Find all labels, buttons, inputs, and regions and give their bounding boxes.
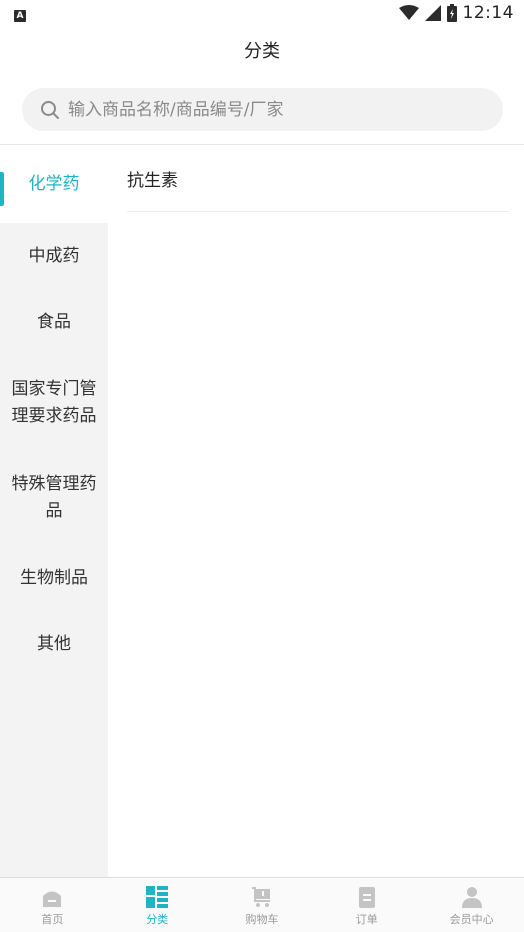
tab-home[interactable]: 首页 (0, 878, 105, 932)
category-icon (146, 885, 169, 908)
subcategory-label: 抗生素 (127, 170, 178, 191)
tab-label: 订单 (355, 912, 378, 926)
order-icon (358, 886, 375, 908)
sidebar-item-label: 中成药 (28, 245, 80, 266)
sidebar-item-label: 化学药 (28, 173, 80, 194)
signal-icon (424, 5, 441, 21)
app-screen: A 12:14 分类 化学药 (0, 0, 524, 932)
tab-orders[interactable]: 订单 (314, 878, 419, 932)
sidebar-item-label: 特殊管理药品 (11, 474, 97, 521)
sidebar-item-biological-products[interactable]: 生物制品 (0, 545, 108, 611)
member-icon (461, 886, 482, 908)
search-bar[interactable] (22, 88, 503, 131)
sidebar-item-food[interactable]: 食品 (0, 289, 108, 355)
sidebar-item-chinese-patent-medicine[interactable]: 中成药 (0, 223, 108, 289)
status-left: A (14, 3, 26, 23)
tab-label: 分类 (146, 912, 169, 926)
wifi-icon (398, 5, 419, 20)
tab-member-center[interactable]: 会员中心 (419, 878, 524, 932)
sidebar-item-label: 国家专门管理要求药品 (11, 379, 97, 426)
page-title: 分类 (244, 41, 280, 62)
sidebar-item-state-regulated-drugs[interactable]: 国家专门管理要求药品 (0, 355, 108, 451)
cart-icon (251, 886, 270, 907)
sidebar-item-other[interactable]: 其他 (0, 611, 108, 677)
search-icon (41, 100, 59, 119)
home-icon (43, 891, 62, 907)
status-time: 12:14 (462, 3, 514, 23)
sidebar-item-special-management-drugs[interactable]: 特殊管理药品 (0, 451, 108, 545)
battery-icon (446, 4, 457, 22)
status-right: 12:14 (398, 3, 515, 23)
tab-label: 购物车 (245, 912, 279, 926)
tab-label: 首页 (41, 912, 64, 926)
subcategory-item-antibiotics[interactable]: 抗生素 (127, 145, 509, 212)
sidebar-item-label: 食品 (37, 311, 71, 332)
search-input[interactable] (68, 99, 488, 120)
bottom-tab-bar: 首页 分类 购物车 订单 会员中心 (0, 877, 524, 932)
tab-label: 会员中心 (449, 912, 494, 926)
notification-icon: A (14, 10, 26, 22)
sidebar-item-chemical-drugs[interactable]: 化学药 (0, 145, 108, 223)
sidebar-item-label: 生物制品 (20, 567, 88, 588)
sidebar-item-label: 其他 (37, 633, 71, 654)
subcategory-list: 抗生素 (108, 145, 524, 878)
status-bar: A 12:14 (0, 0, 524, 26)
category-sidebar: 化学药 中成药 食品 国家专门管理要求药品 特殊管理药品 生物制品 其他 (0, 145, 108, 878)
tab-cart[interactable]: 购物车 (210, 878, 315, 932)
tab-category[interactable]: 分类 (105, 878, 210, 932)
